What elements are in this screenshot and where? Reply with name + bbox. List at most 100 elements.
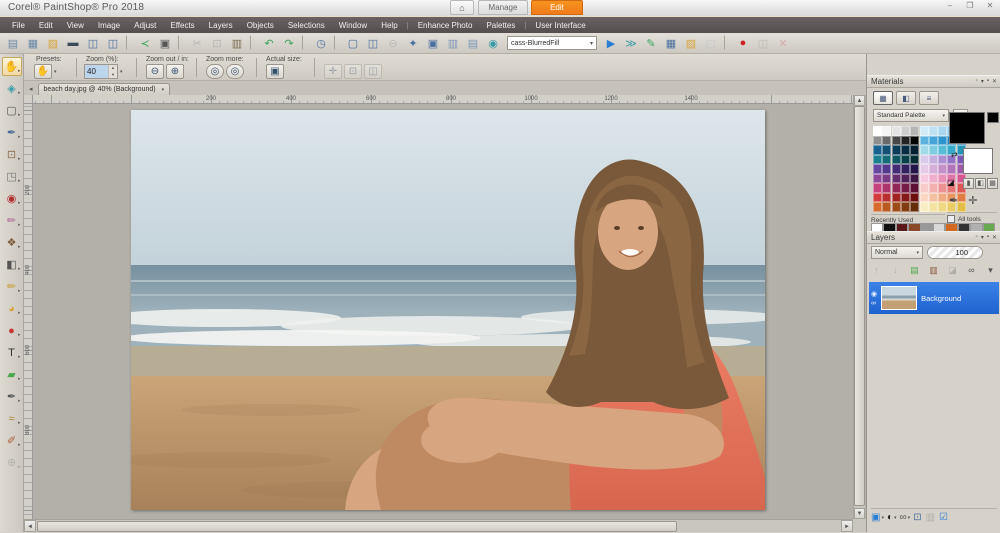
scroll-left-icon[interactable]: ◄ (24, 520, 36, 532)
zoom-more-in-button[interactable]: ◎ (226, 64, 244, 79)
tab-scroll-left-icon[interactable]: ◂ (26, 85, 36, 95)
new-adjustment-layer-icon[interactable]: ◐ ▾ (887, 512, 897, 523)
delete-icon[interactable]: ▥ (926, 512, 936, 523)
art-media-tool[interactable]: ✐ ▸ (2, 431, 22, 450)
scroll-right-icon[interactable]: ► (841, 520, 853, 532)
color-swatch[interactable] (892, 193, 901, 203)
paint-brush-tool[interactable]: ✏ ▸ (2, 277, 22, 296)
foreground-mini-swatch[interactable] (987, 112, 999, 123)
color-swatch[interactable] (910, 193, 919, 203)
separator[interactable] (178, 35, 184, 50)
layers-header[interactable]: Layers ▫▾▪✕ (867, 231, 1000, 244)
selection-tool[interactable]: ▢ ▸ (2, 101, 22, 120)
photo-canvas[interactable] (131, 110, 765, 510)
red-eye-tool[interactable]: ◉ ▸ (2, 189, 22, 208)
materials-header[interactable]: Materials ▫▾▪✕ (867, 75, 1000, 88)
separator[interactable] (250, 35, 256, 50)
preset-shape-tool[interactable]: ▰ ▸ (2, 365, 22, 384)
color-swatch[interactable] (938, 193, 947, 203)
horizontal-scroll-thumb[interactable] (37, 521, 677, 532)
pan-tool[interactable]: ✋ ▸ (2, 57, 22, 76)
menu-item[interactable]: Help (375, 19, 403, 32)
material-style-button[interactable]: ▦ (987, 178, 998, 189)
color-swatch[interactable] (892, 155, 901, 165)
screenshot-icon[interactable]: ◉ (484, 35, 502, 52)
magnifier-icon[interactable]: ✦ (404, 35, 422, 52)
save-script-icon[interactable]: ▨ (682, 35, 700, 52)
palette-header-icon[interactable]: ▾ (981, 234, 984, 241)
menu-item[interactable]: Edit (33, 19, 59, 32)
color-swatch[interactable] (882, 202, 891, 212)
move-icon[interactable]: ✛ (968, 194, 977, 207)
paste-special-icon[interactable]: ▤ (464, 35, 482, 52)
image-preview-icon[interactable]: ▣ (424, 35, 442, 52)
menu-item[interactable]: File (6, 19, 31, 32)
menu-item[interactable]: Window (333, 19, 373, 32)
color-swatch[interactable] (873, 136, 882, 146)
color-swatch[interactable] (929, 183, 938, 193)
color-swatch[interactable] (938, 202, 947, 212)
layer-thumbnail[interactable] (881, 286, 917, 310)
undo-icon[interactable]: ↶ (260, 35, 278, 52)
lighten-darken-tool[interactable]: ◧ ▸ (2, 255, 22, 274)
color-swatch[interactable] (882, 145, 891, 155)
chevron-down-icon[interactable]: ▾ (54, 69, 57, 75)
save-as-icon[interactable]: ◫ (104, 35, 122, 52)
color-swatch[interactable] (920, 193, 929, 203)
separator[interactable] (126, 35, 132, 50)
color-swatch[interactable] (873, 155, 882, 165)
color-swatch[interactable] (901, 183, 910, 193)
palette-header-icon[interactable]: ▫ (976, 234, 978, 241)
menu-item[interactable]: View (61, 19, 90, 32)
menu-item[interactable]: Selections (282, 19, 331, 32)
selection-edit-icon[interactable]: ⊡ (913, 512, 922, 523)
separator[interactable] (334, 35, 340, 50)
pen-tool[interactable]: ✒ ▸ (2, 387, 22, 406)
history-icon[interactable]: ◷ (312, 35, 330, 52)
color-swatch[interactable] (910, 183, 919, 193)
color-swatch[interactable] (929, 164, 938, 174)
color-swatch[interactable] (892, 126, 901, 136)
record-script-icon[interactable]: ● (734, 35, 752, 52)
link-icon[interactable]: ∞ ▾ (900, 512, 911, 523)
color-swatch[interactable] (920, 202, 929, 212)
vertical-scroll-thumb[interactable] (854, 106, 865, 506)
color-swatch[interactable] (938, 183, 947, 193)
all-tools-checkbox[interactable] (947, 215, 955, 223)
document-tab[interactable]: beach day.jpg @ 40% (Background) ▾ (38, 83, 171, 95)
swap-colors-icon[interactable]: ⇄ (951, 150, 958, 159)
color-swatch[interactable] (873, 202, 882, 212)
scan-icon[interactable]: ▬ (64, 35, 82, 52)
color-swatch[interactable] (901, 136, 910, 146)
save-icon[interactable]: ◫ (84, 35, 102, 52)
restore-button[interactable]: ❐ (964, 1, 976, 10)
warp-brush-tool[interactable]: ≈ ▸ (2, 409, 22, 428)
color-swatch[interactable] (920, 164, 929, 174)
color-swatch[interactable] (947, 164, 956, 174)
workspace-tab-edit[interactable]: Edit (531, 0, 583, 15)
color-swatch[interactable] (920, 183, 929, 193)
vertical-scrollbar[interactable]: ▲ ▼ (853, 95, 865, 519)
materials-tab-frame[interactable]: ▦ (873, 91, 893, 105)
home-button[interactable]: ⌂ (450, 0, 474, 15)
fit-window-button[interactable]: ⊡ (344, 64, 362, 79)
open-icon[interactable]: ▨ (44, 35, 62, 52)
color-swatch[interactable] (910, 145, 919, 155)
palette-header-icon[interactable]: ▾ (981, 78, 984, 85)
edit-mode-icon[interactable]: ☑ (939, 512, 949, 523)
color-swatch[interactable] (901, 202, 910, 212)
center-button[interactable]: ✛ (324, 64, 342, 79)
color-swatch[interactable] (892, 136, 901, 146)
layer-row-background[interactable]: ◉ ∞ Background (869, 282, 999, 314)
color-swatch[interactable] (929, 155, 938, 165)
new-file-icon[interactable]: ▤ (4, 35, 22, 52)
color-swatch[interactable] (920, 174, 929, 184)
color-swatch[interactable] (892, 174, 901, 184)
color-swatch[interactable] (892, 164, 901, 174)
crop-tool[interactable]: ⊡ ▸ (2, 145, 22, 164)
color-swatch[interactable] (938, 145, 947, 155)
copy-special-icon[interactable]: ▥ (444, 35, 462, 52)
menu-item[interactable]: Objects (241, 19, 280, 32)
materials-tab-rainbow[interactable]: ◧ (896, 91, 916, 105)
window-duplicate-icon[interactable]: ◫ (364, 35, 382, 52)
